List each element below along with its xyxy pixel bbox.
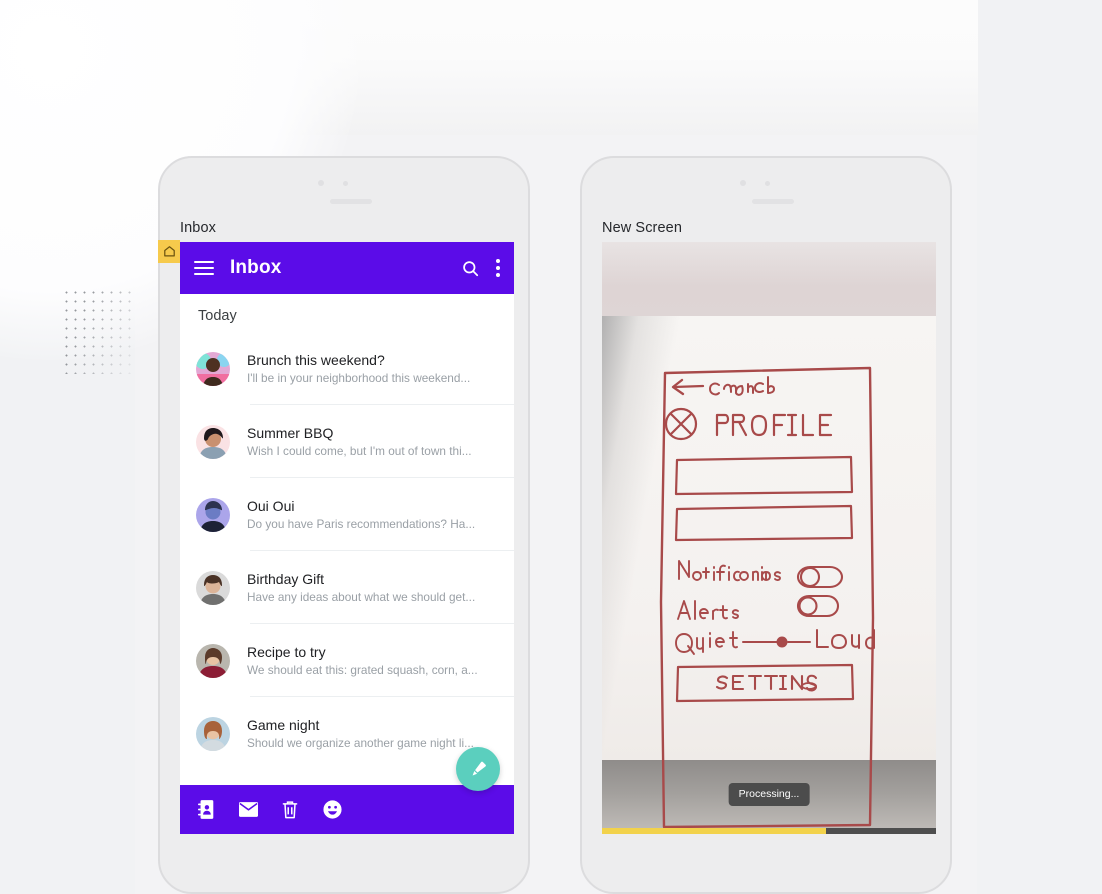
sketch-toggle-alerts bbox=[796, 594, 840, 618]
app-canvas: Inbox Inbox Today Brunch this weekend? I… bbox=[0, 0, 1102, 894]
inbox-app-screen: Inbox Today Brunch this weekend? I'll be… bbox=[180, 242, 514, 834]
sketch-text-profile bbox=[715, 413, 833, 437]
speaker-grill bbox=[752, 199, 794, 204]
sketch-text-notifications bbox=[678, 560, 781, 582]
sketch-text-loud bbox=[816, 629, 875, 650]
dot-grid-pattern bbox=[62, 288, 134, 374]
camera-capture-screen: Processing... bbox=[602, 242, 936, 834]
table-row[interactable]: Birthday Gift Have any ideas about what … bbox=[180, 551, 514, 624]
sensor-dot-icon bbox=[740, 180, 746, 186]
avatar-oui-oui bbox=[196, 497, 230, 532]
avatar-recipe-to-try bbox=[196, 643, 230, 678]
progress-bar-track bbox=[602, 828, 936, 834]
speaker-grill bbox=[330, 199, 372, 204]
search-icon[interactable] bbox=[461, 259, 480, 278]
camera-dot-icon bbox=[343, 181, 348, 186]
message-subject: Oui Oui bbox=[247, 498, 295, 514]
hamburger-menu-icon[interactable] bbox=[194, 260, 214, 276]
sketch-text-settings bbox=[715, 674, 818, 692]
sketch-text-quiet bbox=[675, 631, 738, 655]
avatar-game-night bbox=[196, 716, 230, 751]
hand-drawn-wireframe-sketch bbox=[659, 366, 875, 829]
message-subject: Game night bbox=[247, 717, 320, 733]
contacts-icon[interactable] bbox=[196, 800, 216, 820]
sensor-dot-icon bbox=[318, 180, 324, 186]
message-subject: Birthday Gift bbox=[247, 571, 325, 587]
app-bar-title: Inbox bbox=[230, 257, 282, 278]
message-subject: Recipe to try bbox=[247, 644, 326, 660]
home-icon bbox=[163, 246, 175, 257]
phone-sensors-left bbox=[160, 180, 528, 214]
message-snippet: We should eat this: grated squash, corn,… bbox=[247, 663, 478, 677]
phone-mockup-right: New Screen Processing... bbox=[580, 156, 952, 894]
kebab-menu-icon[interactable] bbox=[496, 259, 500, 277]
phone-mockup-left: Inbox Inbox Today Brunch this weekend? I… bbox=[158, 156, 530, 894]
screen-label-right: New Screen bbox=[602, 220, 682, 236]
sketch-text-alerts bbox=[677, 600, 739, 620]
message-snippet: Have any ideas about what we should get.… bbox=[247, 590, 476, 604]
home-badge[interactable] bbox=[158, 240, 180, 263]
sketch-text-field-1 bbox=[674, 455, 854, 496]
message-subject: Summer BBQ bbox=[247, 425, 334, 441]
sketch-settings-button bbox=[675, 663, 855, 703]
sketch-slider bbox=[742, 636, 811, 648]
trash-icon[interactable] bbox=[280, 800, 300, 820]
table-row[interactable]: Recipe to try We should eat this: grated… bbox=[180, 624, 514, 697]
pen-nib-icon bbox=[472, 761, 486, 776]
progress-bar-fill bbox=[602, 828, 826, 834]
table-row[interactable]: Brunch this weekend? I'll be in your nei… bbox=[180, 332, 514, 405]
table-row[interactable]: Oui Oui Do you have Paris recommendation… bbox=[180, 478, 514, 551]
phone-sensors-right bbox=[582, 180, 950, 214]
status-badge: Processing... bbox=[728, 783, 810, 806]
message-list: Brunch this weekend? I'll be in your nei… bbox=[180, 332, 514, 770]
sketch-text-cancel bbox=[709, 376, 775, 396]
compose-fab-button[interactable] bbox=[456, 747, 500, 791]
section-header-today: Today bbox=[198, 308, 237, 324]
message-snippet: I'll be in your neighborhood this weeken… bbox=[247, 371, 471, 385]
message-snippet: Do you have Paris recommendations? Ha... bbox=[247, 517, 476, 531]
screen-label-left: Inbox bbox=[180, 220, 216, 236]
bottom-action-bar bbox=[180, 785, 514, 834]
avatar-summer-bbq bbox=[196, 424, 230, 459]
camera-dot-icon bbox=[765, 181, 770, 186]
sketch-toggle-notifications bbox=[796, 565, 844, 589]
message-subject: Brunch this weekend? bbox=[247, 352, 385, 368]
sketch-text-field-2 bbox=[674, 504, 854, 542]
emoji-icon[interactable] bbox=[322, 800, 342, 820]
table-row[interactable]: Summer BBQ Wish I could come, but I'm ou… bbox=[180, 405, 514, 478]
avatar-brunch bbox=[196, 351, 230, 386]
message-snippet: Should we organize another game night li… bbox=[247, 736, 474, 750]
mail-icon[interactable] bbox=[238, 800, 258, 820]
app-bar: Inbox bbox=[180, 242, 514, 294]
message-snippet: Wish I could come, but I'm out of town t… bbox=[247, 444, 472, 458]
avatar-birthday-gift bbox=[196, 570, 230, 605]
